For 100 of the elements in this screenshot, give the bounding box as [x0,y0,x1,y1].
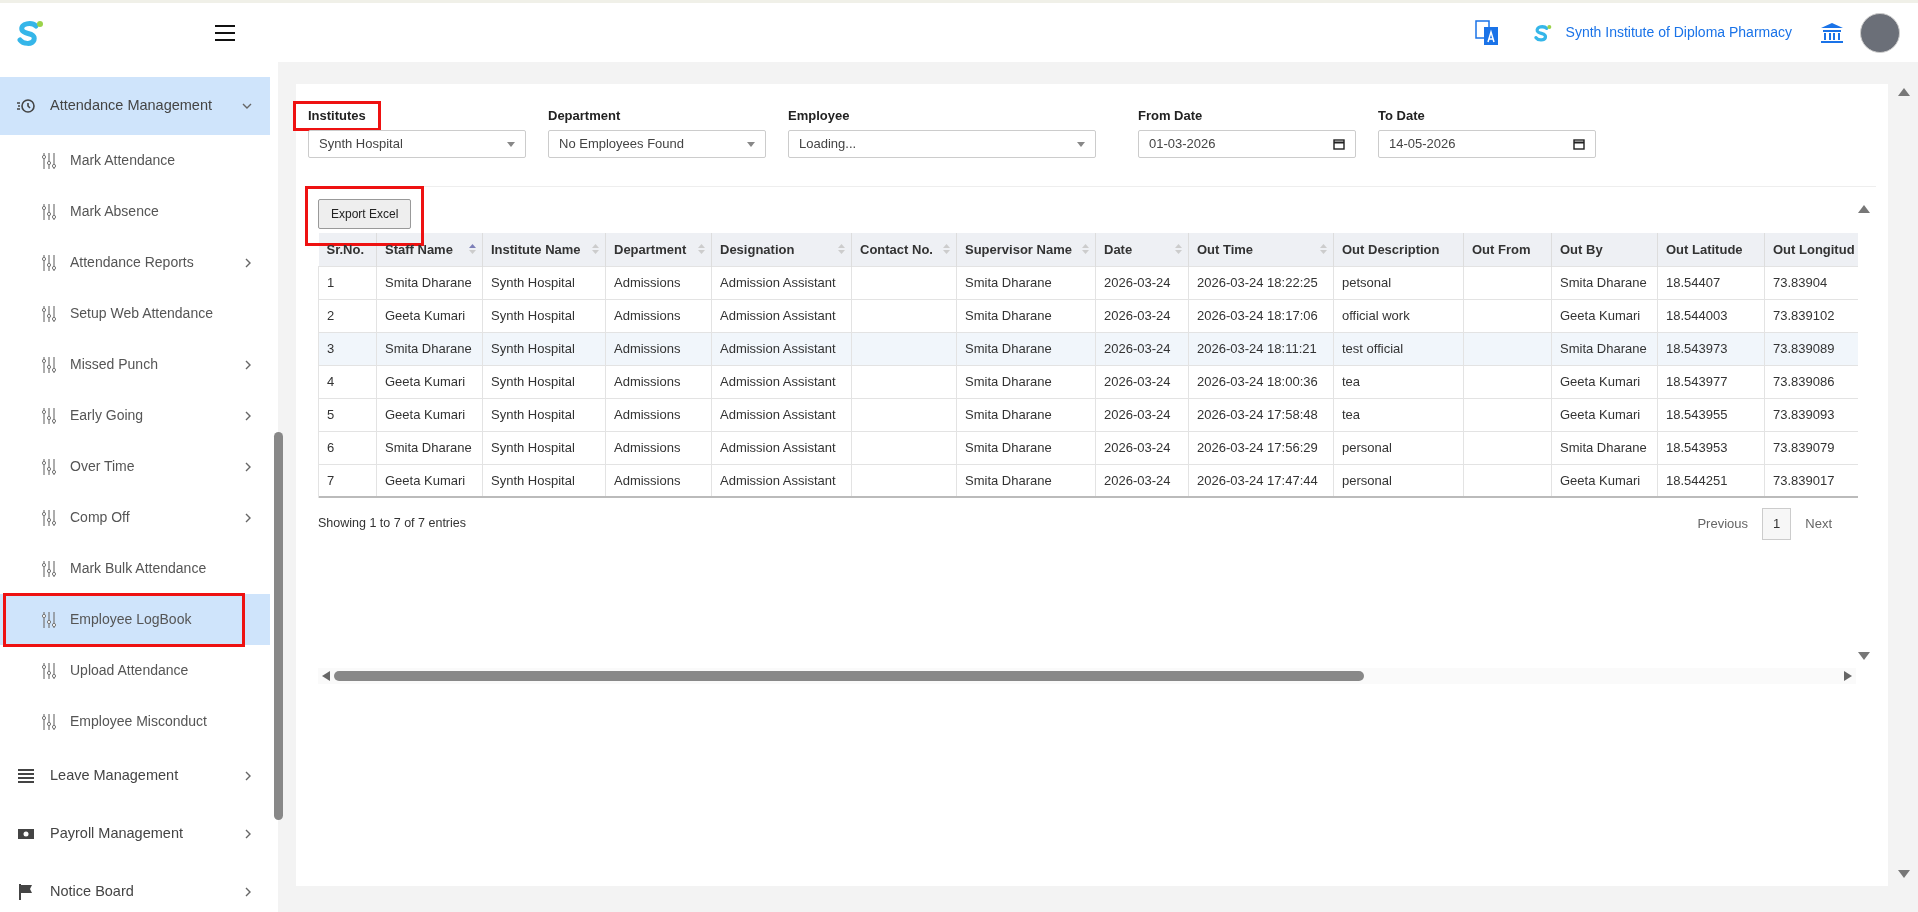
sidebar-item[interactable]: Setup Web Attendance [0,288,270,339]
column-header[interactable]: Date [1095,233,1189,266]
column-header[interactable]: Out By [1551,233,1658,266]
column-header[interactable]: Staff Name [376,233,483,266]
table-cell: Admission Assistant [711,266,852,299]
column-header[interactable]: Out Longitud [1764,233,1858,266]
page-button[interactable]: 1 [1762,508,1792,540]
column-header[interactable]: Out Time [1188,233,1334,266]
sidebar-item[interactable]: Employee LogBook [0,594,270,645]
column-header[interactable]: Supervisor Name [956,233,1096,266]
logo-icon [1531,22,1552,43]
table-cell: tea [1333,398,1464,431]
chevron-right-icon [244,771,252,781]
sliders-icon [42,457,56,476]
table-cell: 1 [318,266,377,299]
sliders-icon [42,355,56,374]
calendar-icon [1573,138,1585,150]
table-cell: 7 [318,464,377,497]
sliders-icon [42,253,56,272]
dropdown[interactable]: Synth Hospital [308,130,526,158]
horizontal-scrollbar[interactable] [318,667,1856,684]
sliders-icon [42,508,56,527]
table-cell: Geeta Kumari [376,398,483,431]
date-field[interactable]: 14-05-2026 [1378,130,1596,158]
sort-icon [1081,244,1090,254]
table-cell: Admissions [605,431,712,464]
dropdown[interactable]: No Employees Found [548,130,766,158]
table-cell: personal [1333,431,1464,464]
table-cell: 2 [318,299,377,332]
column-header[interactable]: Out Latitude [1657,233,1765,266]
table-cell: 2026-03-24 17:58:48 [1188,398,1334,431]
sidebar-item[interactable]: Mark Bulk Attendance [0,543,270,594]
sidebar-item[interactable]: Mark Attendance [0,135,270,186]
chevron-right-icon [244,257,252,268]
table-cell: 2026-03-24 18:00:36 [1188,365,1334,398]
scroll-up-icon[interactable] [1898,88,1910,96]
sidebar-item[interactable]: Upload Attendance [0,645,270,696]
sliders-icon [42,304,56,323]
sidebar-item[interactable]: Early Going [0,390,270,441]
chevron-right-icon [244,829,252,839]
table-cell: 18.544003 [1657,299,1765,332]
sidebar-item[interactable]: Payroll Management [0,805,270,863]
sliders-icon [42,151,56,170]
table-row[interactable]: 2 Geeta Kumari Synth Hospital Admissions Admission Assistant Smita Dharane 2026-03-24 2026-03-24 18:17:06 official work Geeta Kumari 18.544003 73.839102 [318,299,1858,332]
sidebar-item[interactable]: Mark Absence [0,186,270,237]
table-cell: 73.83904 [1764,266,1858,299]
table-cell: Smita Dharane [376,431,483,464]
sort-icon [1319,244,1328,254]
table-row[interactable]: 4 Geeta Kumari Synth Hospital Admissions Admission Assistant Smita Dharane 2026-03-24 2026-03-24 18:00:36 tea Geeta Kumari 18.543977 73.839086 [318,365,1858,398]
previous-button[interactable]: Previous [1685,508,1761,540]
sidebar-item[interactable]: Attendance Management [0,77,270,135]
table-cell: test official [1333,332,1464,365]
calendar-icon [1333,138,1345,150]
table-row[interactable]: 3 Smita Dharane Synth Hospital Admissions Admission Assistant Smita Dharane 2026-03-24 2026-03-24 18:11:21 test official Smita Dharane 18.543973 73.839089 [318,332,1858,365]
table-cell: 2026-03-24 [1095,299,1189,332]
next-button[interactable]: Next [1793,508,1844,540]
scroll-down-icon[interactable] [1898,870,1910,878]
table-cell: 2026-03-24 18:17:06 [1188,299,1334,332]
scroll-left-icon[interactable] [322,670,330,681]
dropdown[interactable]: Loading... [788,130,1096,158]
sidebar-item[interactable]: Notice Board [0,863,270,912]
sidebar-item[interactable]: Missed Punch [0,339,270,390]
table-cell: 2026-03-24 [1095,398,1189,431]
caret-icon [747,141,755,147]
table-cell: 6 [318,431,377,464]
column-header[interactable]: Contact No. [851,233,957,266]
table-cell: 3 [318,332,377,365]
date-field[interactable]: 01-03-2026 [1138,130,1356,158]
table-cell: Admissions [605,365,712,398]
scroll-right-icon[interactable] [1844,670,1852,681]
chevron-right-icon [244,410,252,421]
table-cell: Admissions [605,398,712,431]
table-row[interactable]: 1 Smita Dharane Synth Hospital Admissions Admission Assistant Smita Dharane 2026-03-24 2026-03-24 18:22:25 petsonal Smita Dharane 18.54407 73.83904 [318,266,1858,299]
translate-icon[interactable] [1473,18,1500,47]
column-header[interactable]: Institute Name [482,233,606,266]
bank-icon[interactable] [1820,21,1844,44]
column-header[interactable]: Sr.No. [318,233,377,266]
column-header[interactable]: Department [605,233,712,266]
scroll-up-icon[interactable] [1858,205,1870,213]
table-row[interactable]: 7 Geeta Kumari Synth Hospital Admissions Admission Assistant Smita Dharane 2026-03-24 2026-03-24 17:47:44 personal Geeta Kumari 18.544251 73.839017 [318,464,1858,497]
table-row[interactable]: 6 Smita Dharane Synth Hospital Admissions Admission Assistant Smita Dharane 2026-03-24 2026-03-24 17:56:29 personal Smita Dharane 18.543953 73.839079 [318,431,1858,464]
scroll-down-icon[interactable] [1858,651,1870,660]
column-header[interactable]: Designation [711,233,852,266]
column-header[interactable]: Out Description [1333,233,1464,266]
avatar[interactable] [1860,12,1900,53]
sidebar-item[interactable]: Comp Off [0,492,270,543]
export-excel-button[interactable]: Export Excel [318,199,412,229]
column-header[interactable]: Out From [1463,233,1552,266]
table-cell: Smita Dharane [956,431,1096,464]
sidebar-item[interactable]: Attendance Reports [0,237,270,288]
sidebar-item[interactable]: Leave Management [0,747,270,805]
sidebar-item[interactable]: Employee Misconduct [0,696,270,747]
sidebar-item[interactable]: Over Time [0,441,270,492]
table-row[interactable]: 5 Geeta Kumari Synth Hospital Admissions Admission Assistant Smita Dharane 2026-03-24 2026-03-24 17:58:48 tea Geeta Kumari 18.543955 73.839093 [318,398,1858,431]
caret-icon [1077,141,1085,147]
chevron-right-icon [244,512,252,523]
table-cell: Admission Assistant [711,431,852,464]
scrollbar-thumb[interactable] [274,432,283,820]
sort-icon [942,244,951,254]
sliders-icon [42,406,56,425]
